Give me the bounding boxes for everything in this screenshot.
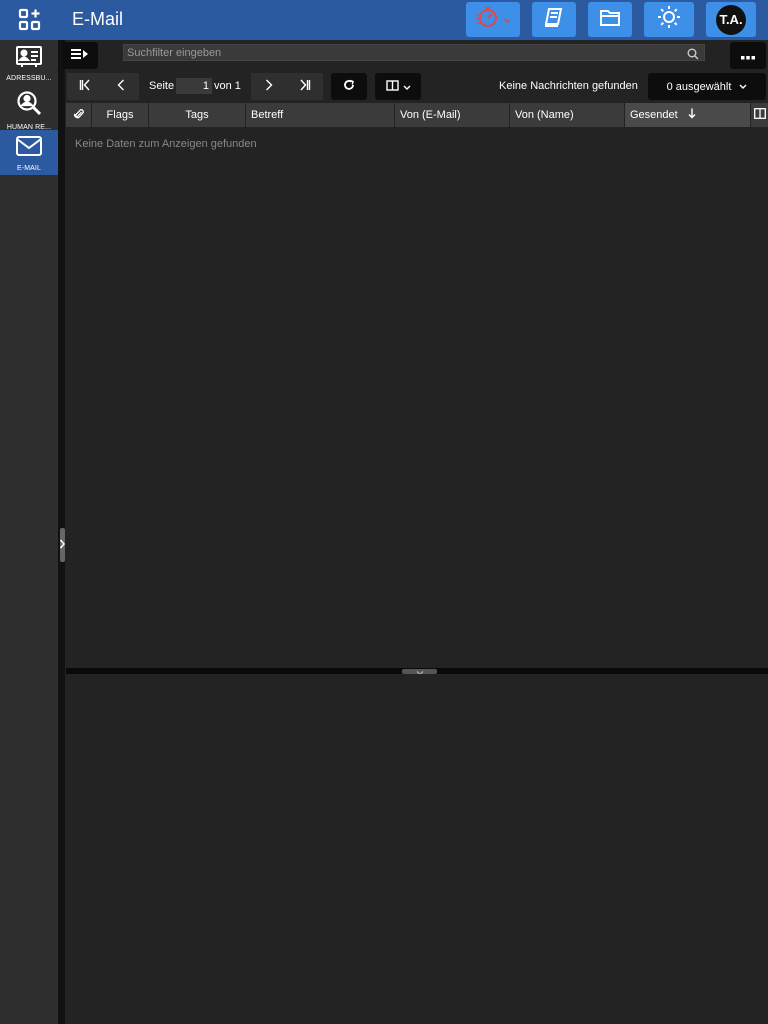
refresh-button[interactable]: [331, 73, 367, 100]
chevron-down-icon: [403, 78, 411, 96]
page-label: Seite: [149, 80, 175, 92]
theme-toggle-button[interactable]: [644, 2, 694, 37]
book-button[interactable]: [532, 2, 576, 37]
last-page-button[interactable]: [287, 73, 323, 100]
status-text: Keine Nachrichten gefunden: [499, 80, 638, 92]
columns-icon: [754, 108, 766, 122]
rail-item-label: ADRESSBU...: [6, 75, 52, 82]
rail-item-addressbook[interactable]: ADRESSBU...: [0, 40, 58, 85]
more-options-button[interactable]: [730, 42, 766, 69]
rail-item-email[interactable]: E-MAIL: [0, 130, 58, 175]
left-rail: ADRESSBU... HUMAN RE... E-MAIL: [0, 40, 58, 1024]
empty-grid-message: Keine Daten zum Anzeigen gefunden: [75, 138, 257, 150]
column-sent[interactable]: Gesendet: [625, 103, 751, 127]
columns-icon: [385, 78, 399, 96]
chevron-left-icon: [117, 78, 125, 96]
column-sent-label: Gesendet: [630, 109, 678, 121]
message-preview-pane: [66, 674, 768, 1024]
page-number-input[interactable]: [176, 78, 212, 94]
envelope-icon: [15, 135, 43, 162]
column-flags[interactable]: Flags: [92, 103, 149, 127]
person-search-icon: [16, 90, 42, 121]
address-book-icon: [15, 45, 43, 72]
refresh-icon: [343, 78, 355, 96]
list-arrow-icon: [71, 47, 89, 65]
chevron-right-icon: [265, 78, 273, 96]
grid-header: Flags Tags Betreff Von (E-Mail) Von (Nam…: [66, 103, 768, 127]
paperclip-icon: [73, 108, 84, 123]
column-tags[interactable]: Tags: [149, 103, 246, 127]
last-page-icon: [299, 78, 311, 96]
avatar: T.A.: [716, 4, 746, 35]
first-page-icon: [79, 78, 91, 96]
chevron-down-icon: [503, 11, 511, 29]
folder-icon: [599, 7, 621, 32]
ellipsis-icon: [741, 47, 755, 65]
timer-dropdown-button[interactable]: [466, 2, 520, 37]
column-from-name[interactable]: Von (Name): [510, 103, 625, 127]
first-page-button[interactable]: [67, 73, 103, 100]
selection-count: 0 ausgewählt: [666, 80, 732, 93]
sun-icon: [657, 5, 681, 34]
column-attachment[interactable]: [66, 103, 92, 127]
user-avatar-button[interactable]: T.A.: [706, 2, 756, 37]
app-title: E-Mail: [72, 9, 124, 29]
search-box: [123, 44, 705, 61]
rail-item-human-resources[interactable]: HUMAN RE...: [0, 85, 58, 131]
column-chooser[interactable]: [752, 103, 768, 127]
top-bar: E-Mail T.A.: [0, 0, 768, 40]
folder-list-toggle-button[interactable]: [62, 42, 98, 69]
sort-descending-icon: [688, 108, 696, 122]
search-input[interactable]: [124, 46, 684, 59]
book-icon: [543, 6, 565, 33]
rail-item-label: E-MAIL: [17, 165, 41, 172]
column-from-email[interactable]: Von (E-Mail): [395, 103, 510, 127]
previous-page-button[interactable]: [103, 73, 139, 100]
columns-dropdown-button[interactable]: [375, 73, 421, 100]
column-subject[interactable]: Betreff: [246, 103, 395, 127]
page-count-label: von 1: [214, 80, 241, 92]
rail-resize-handle[interactable]: [59, 528, 65, 562]
selection-dropdown-button[interactable]: 0 ausgewählt: [648, 73, 766, 100]
stopwatch-icon: [475, 4, 501, 35]
apps-grid-icon[interactable]: [16, 7, 44, 33]
chevron-right-icon: [59, 536, 65, 554]
search-icon[interactable]: [687, 47, 699, 65]
chevron-down-icon: [739, 81, 747, 93]
next-page-button[interactable]: [251, 73, 287, 100]
folder-button[interactable]: [588, 2, 632, 37]
